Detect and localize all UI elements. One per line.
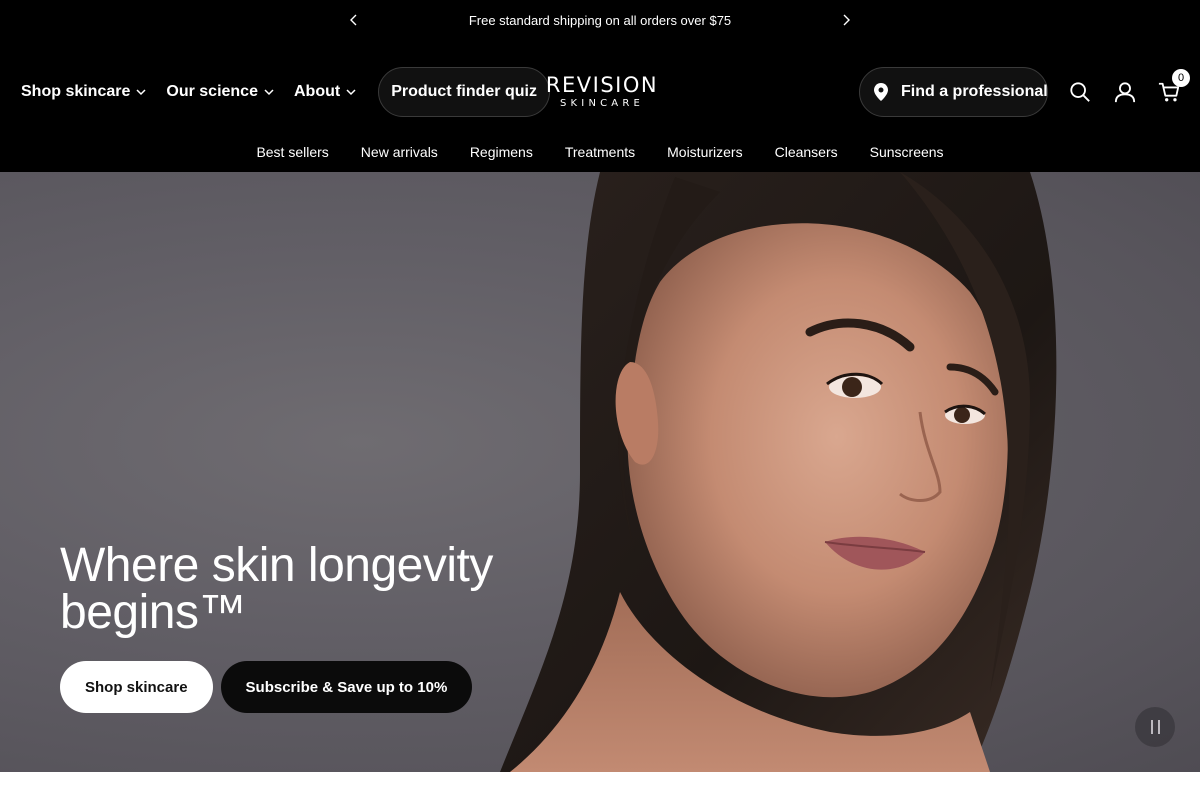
- find-professional-label: Find a professional: [901, 83, 1048, 100]
- pause-bar: [1150, 720, 1153, 734]
- hero-cta-group: Shop skincare Subscribe & Save up to 10%: [60, 661, 473, 713]
- chevron-down-icon: [264, 88, 274, 96]
- hero-portrait-image: [500, 172, 1057, 772]
- subnav-cleansers[interactable]: Cleansers: [775, 144, 838, 160]
- subnav-new-arrivals[interactable]: New arrivals: [361, 144, 438, 160]
- shop-skincare-button[interactable]: Shop skincare: [60, 661, 213, 713]
- nav-shop-skincare[interactable]: Shop skincare: [21, 83, 146, 101]
- chevron-down-icon: [136, 88, 146, 96]
- product-finder-quiz-button[interactable]: Product finder quiz: [378, 67, 550, 117]
- nav-label: Shop skincare: [21, 83, 131, 100]
- logo-subline: SKINCARE: [559, 98, 645, 109]
- revision-skincare-logo[interactable]: REVISION SKINCARE: [545, 73, 659, 112]
- subscribe-save-button[interactable]: Subscribe & Save up to 10%: [220, 661, 473, 713]
- chevron-down-icon: [346, 88, 356, 96]
- pause-icon[interactable]: [1135, 707, 1175, 747]
- hero-title: Where skin longevity begins™: [60, 539, 493, 639]
- pause-bar: [1157, 720, 1160, 734]
- nav-about[interactable]: About: [294, 83, 356, 101]
- subnav-sunscreens[interactable]: Sunscreens: [870, 144, 944, 160]
- user-icon[interactable]: [1113, 80, 1137, 104]
- main-nav: Shop skincare Our science About Product …: [21, 67, 550, 117]
- chevron-right-icon: [843, 14, 850, 26]
- subnav-best-sellers[interactable]: Best sellers: [256, 144, 328, 160]
- chevron-left-icon: [350, 14, 357, 26]
- logo-wordmark: REVISION: [545, 73, 659, 97]
- subnav-treatments[interactable]: Treatments: [565, 144, 635, 160]
- announcement-next-button[interactable]: [836, 10, 856, 30]
- nav-label: About: [293, 83, 341, 100]
- hero-banner: Where skin longevity begins™ Shop skinca…: [0, 172, 1200, 772]
- announcement-bar: Free standard shipping on all orders ove…: [0, 0, 1200, 40]
- announcement-message: Free standard shipping on all orders ove…: [468, 12, 732, 28]
- cart-count-badge: 0: [1172, 69, 1190, 87]
- nav-our-science[interactable]: Our science: [166, 83, 274, 101]
- announcement-prev-button[interactable]: [344, 10, 364, 30]
- site-header: Shop skincare Our science About Product …: [0, 40, 1200, 172]
- nav-label: Our science: [166, 83, 258, 100]
- subnav-regimens[interactable]: Regimens: [470, 144, 533, 160]
- search-icon[interactable]: [1068, 80, 1092, 104]
- subnav-moisturizers[interactable]: Moisturizers: [667, 144, 742, 160]
- category-subnav: Best sellers New arrivals Regimens Treat…: [0, 140, 1200, 164]
- find-professional-button[interactable]: Find a professional: [859, 67, 1048, 117]
- location-pin-icon: [874, 83, 888, 101]
